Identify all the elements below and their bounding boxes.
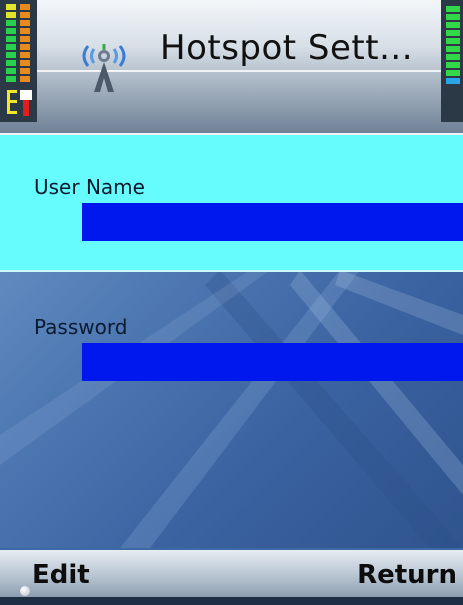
page-title: Hotspot Sett... <box>160 28 414 68</box>
user-name-label: User Name <box>34 175 145 199</box>
wifi-antenna-icon <box>82 44 126 92</box>
battery-icon <box>441 0 463 122</box>
bottom-edge <box>0 597 463 605</box>
edit-softkey[interactable]: Edit <box>32 560 90 590</box>
password-input[interactable] <box>82 343 463 381</box>
network-type-icon <box>7 90 32 116</box>
password-label: Password <box>34 315 128 339</box>
settings-form: User Name Password <box>0 135 463 548</box>
title-bar-highlight <box>0 70 463 72</box>
signal-strength-icon <box>0 0 37 122</box>
user-name-field-row[interactable]: User Name <box>0 135 463 272</box>
return-softkey[interactable]: Return <box>357 560 457 590</box>
softkey-indicator-icon <box>20 586 30 596</box>
user-name-input[interactable] <box>82 203 463 241</box>
title-bar: Hotspot Sett... <box>0 0 463 135</box>
